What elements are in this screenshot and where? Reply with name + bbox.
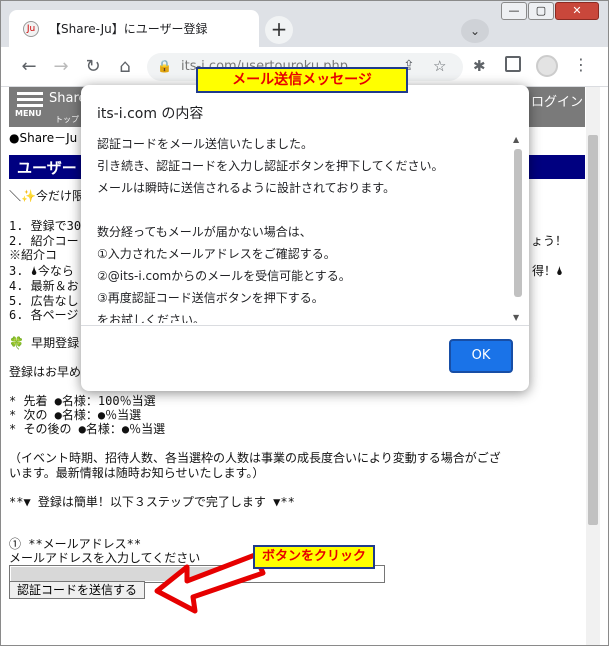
title-bar: Ju 【Share-Ju】にユーザー登録 + ⌄ — ▢ ✕ bbox=[1, 1, 608, 47]
click-button-callout: ボタンをクリック bbox=[253, 545, 375, 569]
tab-title: 【Share-Ju】にユーザー登録 bbox=[49, 22, 208, 36]
page-scroll-thumb[interactable] bbox=[588, 135, 598, 525]
dialog-line: メールは瞬時に送信されるように設計されております。 bbox=[97, 181, 396, 195]
home-icon[interactable]: ⌂ bbox=[113, 55, 137, 79]
steps-heading: **▼ 登録は簡単！以下３ステップで完了します ▼** bbox=[9, 495, 295, 509]
dialog-scroll-thumb[interactable] bbox=[514, 149, 522, 297]
dialog-line: ③再度認証コード送信ボタンを押下する。 bbox=[97, 291, 324, 305]
site-favicon-icon: Ju bbox=[23, 21, 39, 37]
top-link[interactable]: トップ bbox=[55, 114, 79, 125]
section-title: ユーザー bbox=[17, 159, 77, 177]
back-arrow-icon[interactable]: ← bbox=[17, 55, 41, 79]
reload-icon[interactable]: ↻ bbox=[81, 55, 105, 79]
new-tab-button[interactable]: + bbox=[265, 16, 293, 44]
browser-tab[interactable]: Ju 【Share-Ju】にユーザー登録 bbox=[9, 10, 259, 47]
dialog-line: をお試しください。 bbox=[97, 313, 206, 323]
dialog-divider bbox=[81, 325, 529, 326]
scroll-up-icon[interactable]: ▲ bbox=[513, 135, 519, 144]
side-panel-icon[interactable] bbox=[505, 56, 521, 72]
maximize-button[interactable]: ▢ bbox=[528, 2, 554, 20]
hamburger-menu-icon[interactable] bbox=[17, 92, 43, 110]
register-text: 登録はお早め bbox=[9, 365, 82, 379]
minimize-button[interactable]: — bbox=[501, 2, 527, 20]
ok-button[interactable]: OK bbox=[449, 339, 513, 373]
bookmark-star-icon[interactable]: ☆ bbox=[433, 57, 446, 75]
early-registration-heading: 🍀 早期登録 bbox=[9, 336, 80, 350]
lottery-line: * その後の ●名様：●％当選 bbox=[9, 422, 166, 436]
intro-text: ＼✨今だけ限 bbox=[9, 189, 84, 203]
dialog-line bbox=[97, 201, 513, 223]
dialog-line: ②@its-i.comからのメールを受信可能とする。 bbox=[97, 269, 351, 283]
list-item-tail: ょう！ bbox=[531, 234, 568, 248]
alert-dialog: its-i.com の内容 認証コードをメール送信いたしました。 引き続き、認証… bbox=[81, 85, 529, 391]
profile-avatar-icon[interactable] bbox=[536, 55, 558, 77]
extensions-icon[interactable]: ✱ bbox=[473, 57, 486, 75]
lock-icon[interactable]: 🔒 bbox=[157, 59, 172, 73]
login-link[interactable]: ログイン bbox=[531, 91, 583, 110]
note-line: います。最新情報は随時お知らせいたします。） bbox=[9, 466, 265, 480]
tab-search-button[interactable]: ⌄ bbox=[461, 19, 489, 43]
breadcrumb[interactable]: ●Share－Ju bbox=[9, 129, 77, 146]
send-code-button[interactable]: 認証コードを送信する bbox=[9, 581, 145, 599]
browser-window: Ju 【Share-Ju】にユーザー登録 + ⌄ — ▢ ✕ ← → ↻ ⌂ 🔒… bbox=[0, 0, 609, 646]
menu-label[interactable]: MENU bbox=[15, 109, 42, 118]
dialog-line: 認証コードをメール送信いたしました。 bbox=[97, 137, 314, 151]
list-item: 6. 各ページ bbox=[9, 308, 79, 322]
browser-menu-icon[interactable]: ⋮ bbox=[573, 55, 589, 74]
scroll-down-icon[interactable]: ▼ bbox=[513, 313, 519, 322]
dialog-line: 数分経ってもメールが届かない場合は、 bbox=[97, 225, 312, 239]
dialog-scrollbar[interactable]: ▲ ▼ bbox=[511, 135, 525, 323]
page-scrollbar[interactable] bbox=[586, 87, 600, 645]
list-item-tail: 得！🌢 bbox=[532, 264, 564, 278]
forward-arrow-icon[interactable]: → bbox=[49, 55, 73, 79]
dialog-line: 引き続き、認証コードを入力し認証ボタンを押下してください。 bbox=[97, 159, 444, 173]
dialog-line: ①入力されたメールアドレスをご確認する。 bbox=[97, 247, 336, 261]
dialog-title: its-i.com の内容 bbox=[97, 106, 204, 122]
list-item: ※紹介コ bbox=[9, 248, 58, 262]
close-window-button[interactable]: ✕ bbox=[555, 2, 599, 20]
mail-message-callout: メール送信メッセージ bbox=[196, 67, 408, 93]
dialog-message: 認証コードをメール送信いたしました。 引き続き、認証コードを入力し認証ボタンを押… bbox=[97, 135, 513, 323]
